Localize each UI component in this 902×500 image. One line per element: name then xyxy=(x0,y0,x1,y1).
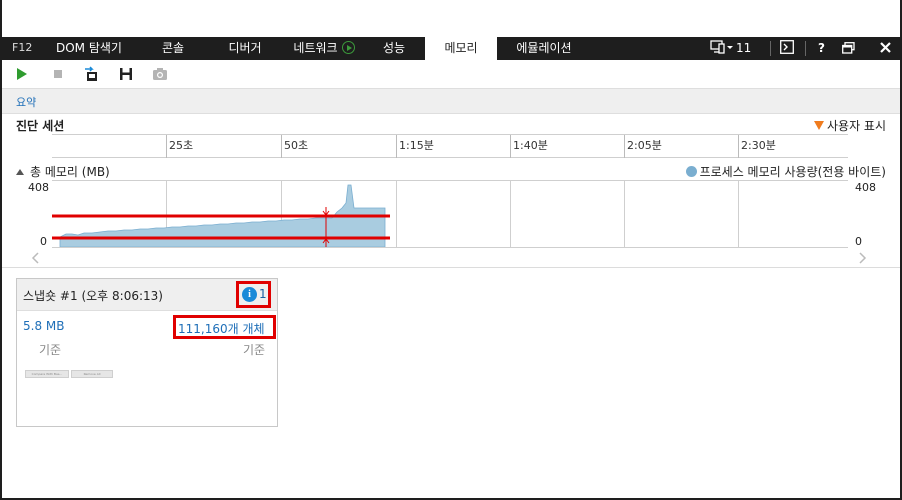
save-icon[interactable] xyxy=(118,66,134,82)
diagnostic-session-title: 진단 세션 xyxy=(16,119,65,133)
console-icon[interactable] xyxy=(780,37,794,60)
y-axis-min-right: 0 xyxy=(855,235,862,248)
tab-memory[interactable]: 메모리 xyxy=(425,37,497,60)
undock-icon[interactable] xyxy=(842,37,855,60)
info-icon: i xyxy=(242,287,257,302)
baseline-label-right: 기준 xyxy=(243,343,266,357)
object-count-link[interactable]: 111,160개 개체 xyxy=(178,320,265,337)
tab-debugger[interactable]: 디버거 xyxy=(212,37,278,60)
collapse-caret-icon xyxy=(16,169,24,175)
snapshot-title: 스냅숏 #1 (오후 8:06:13) xyxy=(23,289,163,303)
help-icon[interactable]: ? xyxy=(818,37,825,60)
tab-emulation[interactable]: 에뮬레이션 xyxy=(503,37,585,60)
y-axis-max-left: 408 xyxy=(28,181,49,194)
snapshot-card-header: 스냅숏 #1 (오후 8:06:13) i 1 xyxy=(17,279,277,311)
stop-icon[interactable] xyxy=(50,66,66,82)
play-icon[interactable] xyxy=(14,66,30,82)
info-count: 1 xyxy=(259,287,267,301)
total-memory-header[interactable]: 총 메모리 (MB) xyxy=(16,163,110,180)
memory-toolbar xyxy=(2,60,900,88)
info-highlight[interactable]: i 1 xyxy=(236,281,271,308)
ruler-tick xyxy=(166,135,167,158)
divider xyxy=(2,267,900,268)
summary-bar: 요약 xyxy=(2,88,900,114)
import-icon[interactable] xyxy=(84,66,100,82)
scroll-left-icon xyxy=(31,252,39,264)
ruler-label: 25초 xyxy=(169,139,194,152)
network-play-icon xyxy=(341,41,355,54)
emulation-count: 11 xyxy=(736,41,752,55)
y-axis-min-left: 0 xyxy=(40,235,47,248)
user-mark-icon xyxy=(813,121,824,130)
tab-dom-explorer[interactable]: DOM 탐색기 xyxy=(44,37,134,60)
tab-console[interactable]: 콘솔 xyxy=(143,37,203,60)
y-axis-max-right: 408 xyxy=(855,181,876,194)
remove-button[interactable]: Remove All xyxy=(71,370,113,378)
heap-size-link[interactable]: 5.8 MB xyxy=(23,319,64,333)
f12-label: F12 xyxy=(12,41,33,54)
tab-network[interactable]: 네트워크 xyxy=(282,37,366,60)
ruler-tick xyxy=(510,135,511,158)
ruler-label: 1:40분 xyxy=(513,139,548,152)
legend-swatch xyxy=(685,166,697,177)
ruler-label: 50초 xyxy=(284,139,309,152)
ruler-tick xyxy=(738,135,739,158)
device-icon[interactable] xyxy=(710,37,734,60)
user-marks-toggle[interactable]: 사용자 표시 xyxy=(813,117,886,134)
camera-icon[interactable] xyxy=(152,66,168,82)
close-icon[interactable] xyxy=(880,37,891,60)
chart-legend: 프로세스 메모리 사용량(전용 바이트) xyxy=(685,163,886,180)
tab-performance[interactable]: 성능 xyxy=(370,37,418,60)
scroll-right-icon xyxy=(859,252,867,264)
timeline-ruler[interactable]: 25초 50초 1:15분 1:40분 2:05분 2:30분 xyxy=(52,134,848,158)
window-controls: 11 ? xyxy=(702,37,902,60)
ruler-tick xyxy=(624,135,625,158)
ruler-label: 2:05분 xyxy=(627,139,662,152)
compare-button[interactable]: Compare With Bas… xyxy=(25,370,69,378)
baseline-label-left: 기준 xyxy=(39,343,62,357)
objects-highlight: 111,160개 개체 xyxy=(173,315,276,339)
ruler-tick xyxy=(396,135,397,158)
snapshot-card[interactable]: 스냅숏 #1 (오후 8:06:13) i 1 5.8 MB 111,160개 … xyxy=(16,278,278,427)
devtools-tab-bar: F12 DOM 탐색기 콘솔 디버거 네트워크 성능 메모리 에뮬레이션 11 … xyxy=(0,37,902,60)
ruler-label: 2:30분 xyxy=(741,139,776,152)
ruler-tick xyxy=(281,135,282,158)
timeline-scrollbar[interactable] xyxy=(28,250,874,266)
ruler-label: 1:15분 xyxy=(399,139,434,152)
memory-usage-chart[interactable] xyxy=(52,180,848,248)
summary-link[interactable]: 요약 xyxy=(16,94,36,110)
